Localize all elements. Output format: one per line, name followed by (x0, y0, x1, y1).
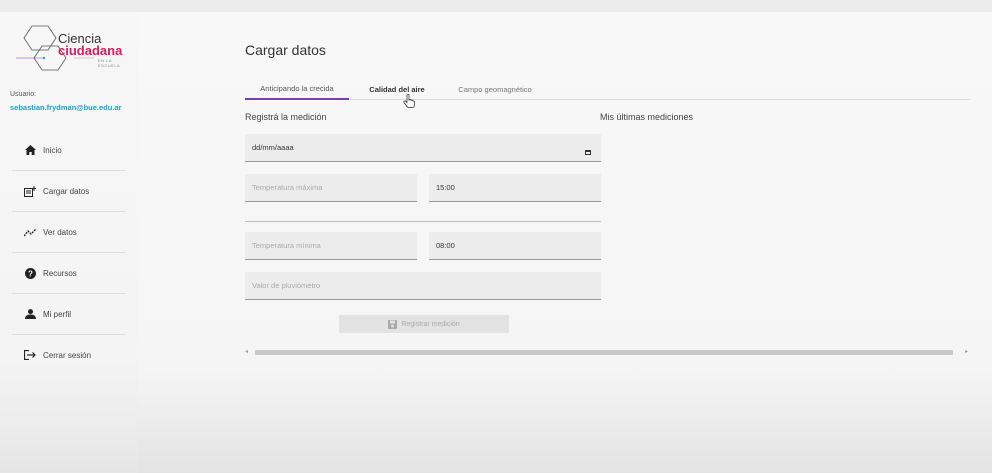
logo: Ciencia ciudadana EN LA ESCUELA (14, 22, 126, 76)
tab-calidad-del-aire[interactable]: Calidad del aire (357, 78, 437, 100)
nav-label: Cargar datos (43, 186, 90, 196)
main-content: Cargar datos Anticipando la crecida Cali… (138, 12, 992, 473)
rain-gauge-input[interactable]: Valor de pluviómetro (245, 272, 601, 300)
nav-item-mi-perfil[interactable]: Mi perfil (0, 294, 138, 334)
nav-item-inicio[interactable]: Inicio (0, 130, 138, 170)
svg-text:?: ? (28, 269, 33, 278)
sidebar: Ciencia ciudadana EN LA ESCUELA Usuario:… (0, 12, 138, 473)
nav-label: Inicio (43, 145, 62, 155)
temperature-min-input[interactable]: Temperatura mínima (245, 232, 417, 260)
empty-field[interactable] (245, 208, 601, 222)
temperature-min-placeholder: Temperatura mínima (252, 241, 321, 250)
user-email: sebastian.frydman@bue.edu.ar (10, 103, 122, 112)
scroll-left-icon[interactable]: ◂ (245, 348, 248, 355)
time-min-value: 08:00 (436, 241, 455, 250)
nav-item-cerrar-sesion[interactable]: Cerrar sesión (0, 335, 138, 375)
nav-label: Cerrar sesión (43, 350, 92, 360)
scroll-thumb[interactable] (255, 350, 953, 355)
history-section-label: Mis últimas mediciones (600, 112, 694, 122)
time-min-input[interactable]: 08:00 (429, 232, 601, 260)
nav-label: Mi perfil (43, 309, 72, 319)
form-section-label: Registrá la medición (245, 112, 327, 122)
save-button-label: Registrar medición (401, 320, 460, 328)
nav-label: Ver datos (43, 227, 77, 237)
nav-label: Recursos (43, 268, 77, 278)
rain-gauge-placeholder: Valor de pluviómetro (252, 281, 321, 290)
upload-data-icon (24, 185, 36, 197)
save-measurement-button[interactable]: Registrar medición (339, 315, 509, 333)
tab-anticipando-la-crecida[interactable]: Anticipando la crecida (245, 78, 349, 100)
scroll-right-icon[interactable]: ▸ (965, 348, 968, 355)
horizontal-scrollbar[interactable]: ◂ ▸ (245, 348, 975, 357)
logo-text-escuela: EN LA ESCUELA (98, 58, 121, 68)
nav-item-recursos[interactable]: ? Recursos (0, 253, 138, 293)
user-label: Usuario: (10, 91, 37, 98)
temperature-max-input[interactable]: Temperatura máxima (245, 174, 417, 202)
help-icon: ? (24, 267, 36, 279)
time-max-value: 15:00 (436, 183, 455, 192)
logout-icon (24, 349, 36, 361)
home-icon (24, 144, 36, 156)
page-title: Cargar datos (245, 42, 326, 58)
date-input[interactable]: dd/mm/aaaa (245, 134, 601, 162)
save-icon (388, 319, 398, 329)
date-value: dd/mm/aaaa (252, 143, 294, 152)
chart-line-icon (24, 226, 36, 238)
person-icon (24, 308, 36, 320)
logo-text-ciudadana: ciudadana (58, 43, 123, 58)
temperature-max-placeholder: Temperatura máxima (252, 183, 323, 192)
calendar-icon[interactable] (585, 150, 591, 155)
tab-campo-geomagnetico[interactable]: Campo geomagnético (447, 78, 543, 100)
hand-cursor-icon (403, 94, 415, 108)
nav-item-ver-datos[interactable]: Ver datos (0, 212, 138, 252)
time-max-input[interactable]: 15:00 (429, 174, 601, 202)
nav-item-cargar-datos[interactable]: Cargar datos (0, 171, 138, 211)
tab-bar: Anticipando la crecida Calidad del aire … (245, 78, 971, 100)
top-strip (0, 0, 992, 12)
